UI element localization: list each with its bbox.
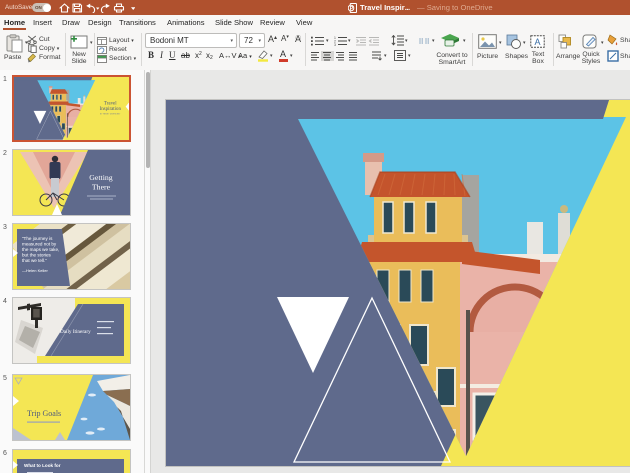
svg-text:P: P <box>350 6 354 12</box>
svg-text:There: There <box>92 183 111 192</box>
svg-text:What to Look for: What to Look for <box>24 463 61 468</box>
svg-text:—Helen Keller: —Helen Keller <box>22 268 48 273</box>
svg-text:but the stories: but the stories <box>22 253 52 258</box>
svg-text:“The journey is: “The journey is <box>22 236 53 241</box>
svg-text:Getting: Getting <box>89 173 112 182</box>
svg-text:that we tell.”: that we tell.” <box>22 258 47 263</box>
svg-text:Daily Itinerary: Daily Itinerary <box>60 329 91 335</box>
svg-text:Trip Goals: Trip Goals <box>27 409 61 418</box>
svg-text:3: 3 <box>334 43 336 46</box>
svg-text:the maps we take,: the maps we take, <box>22 247 59 252</box>
svg-text:A: A <box>535 37 541 47</box>
svg-text:measured not by: measured not by <box>22 242 57 247</box>
